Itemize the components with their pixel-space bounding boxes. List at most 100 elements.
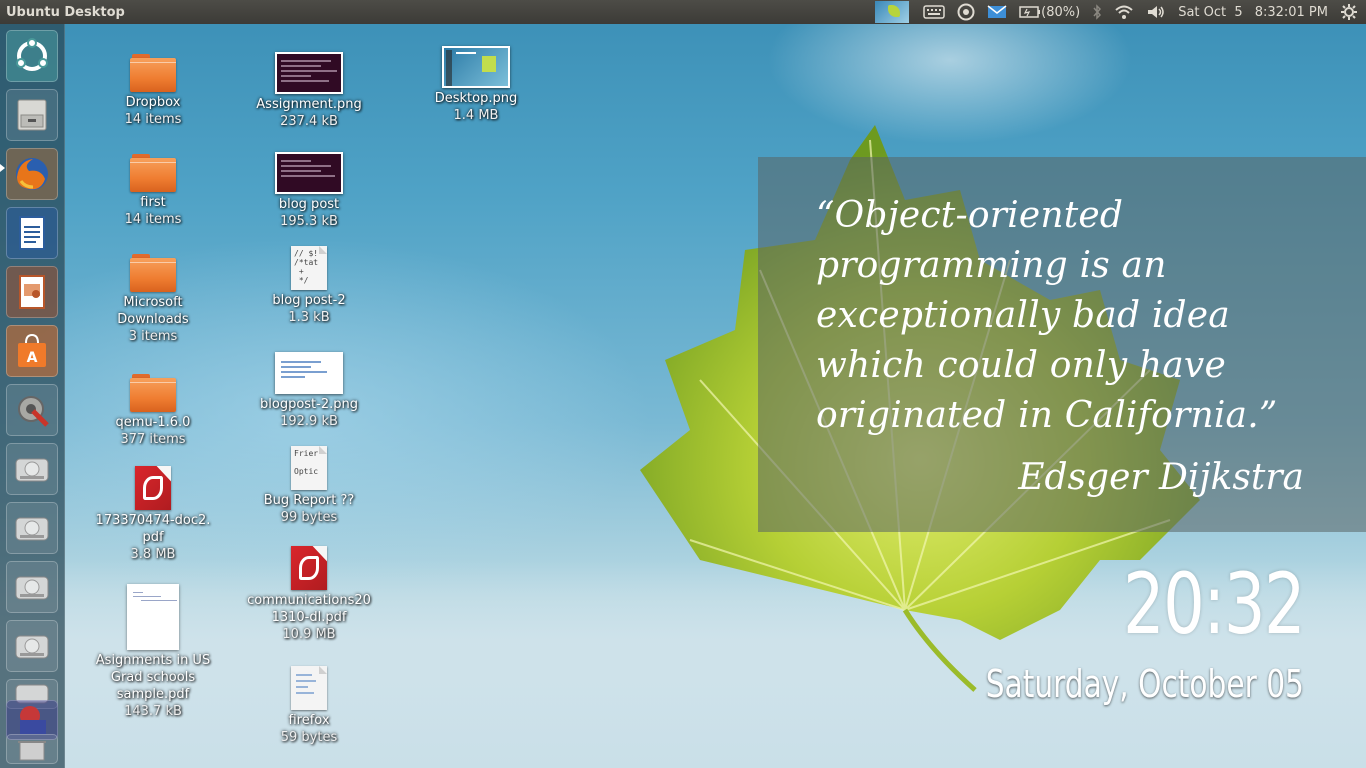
item-meta: 3.8 MB	[130, 547, 176, 562]
writer-document-icon	[19, 216, 45, 250]
item-name: 173370474-doc2.pdf	[95, 513, 211, 545]
item-meta: 1.3 kB	[288, 310, 330, 325]
wifi-icon[interactable]	[1114, 0, 1134, 24]
folder-icon	[130, 252, 176, 292]
dash-home-button[interactable]	[6, 30, 58, 82]
gear-icon[interactable]	[1340, 0, 1358, 24]
shopping-bag-icon: A	[18, 333, 46, 367]
drive-icon	[15, 517, 49, 541]
desktop-item-blog-post[interactable]: blog post 195.3 kB	[244, 152, 374, 230]
file-cabinet-icon	[17, 99, 47, 131]
item-name: Asignments in US Grad schools sample.pdf	[95, 653, 211, 702]
settings-wrench-icon	[18, 396, 49, 427]
folder-icon	[130, 52, 176, 92]
unity-launcher: A	[0, 24, 65, 768]
indicator-tray: (80%) Sat Oct 5 8:32:01 PM	[869, 0, 1366, 24]
launcher-libreoffice-impress[interactable]	[6, 266, 58, 318]
desktop-item-assignments-pdf[interactable]: Asignments in US Grad schools sample.pdf…	[88, 584, 218, 720]
panel-time: 8:32:01 PM	[1254, 4, 1328, 20]
impress-presentation-icon	[19, 275, 45, 309]
item-name: Microsoft Downloads	[117, 295, 189, 327]
drive-icon	[15, 576, 49, 600]
desktop-item-assignment-png[interactable]: Assignment.png 237.4 kB	[244, 52, 374, 130]
clock-date: Saturday, October 05	[985, 662, 1304, 706]
image-thumbnail-icon	[442, 46, 510, 88]
item-name: Bug Report ??	[263, 493, 355, 508]
volume-icon[interactable]	[1146, 0, 1166, 24]
item-name: qemu-1.6.0	[115, 415, 191, 430]
item-name: Desktop.png	[434, 91, 518, 106]
top-panel: Ubuntu Desktop (80%) Sat Oct 5 8:32:01 P…	[0, 0, 1366, 24]
desktop-item-doc2-pdf[interactable]: 173370474-doc2.pdf 3.8 MB	[88, 466, 218, 563]
datetime-indicator[interactable]: Sat Oct 5 8:32:01 PM	[1178, 0, 1328, 24]
item-meta: 99 bytes	[280, 510, 338, 525]
item-name: first	[140, 195, 166, 210]
desktop-item-communications-pdf[interactable]: communications201310-dl.pdf 10.9 MB	[244, 546, 374, 643]
item-name: blog post	[278, 197, 340, 212]
quote-widget: “Object-oriented programming is an excep…	[758, 157, 1366, 532]
launcher-system-settings[interactable]	[6, 384, 58, 436]
folder-icon	[130, 152, 176, 192]
desktop-item-blog-post-2[interactable]: // $! /*tat + */ blog post-2 1.3 kB	[244, 246, 374, 326]
item-meta: 237.4 kB	[280, 114, 338, 129]
launcher-firefox[interactable]	[6, 148, 58, 200]
mail-icon[interactable]	[987, 0, 1007, 24]
keyboard-icon[interactable]	[923, 0, 945, 24]
launcher-drive-2[interactable]	[6, 502, 58, 554]
item-name: blogpost-2.png	[260, 397, 358, 412]
item-name: communications201310-dl.pdf	[247, 593, 371, 625]
image-thumbnail-icon	[275, 52, 343, 94]
launcher-trash[interactable]	[6, 734, 58, 764]
drive-icon	[15, 458, 49, 482]
text-file-icon: Frier Optic	[291, 446, 327, 490]
battery-percent: (80%)	[1041, 4, 1081, 20]
launcher-files[interactable]	[6, 89, 58, 141]
drive-icon	[15, 635, 49, 659]
desktop-item-desktop-png[interactable]: Desktop.png 1.4 MB	[411, 46, 541, 124]
item-meta: 14 items	[124, 112, 182, 127]
item-meta: 59 bytes	[280, 730, 338, 745]
launcher-drive-4[interactable]	[6, 620, 58, 672]
desktop-item-qemu[interactable]: qemu-1.6.0 377 items	[88, 372, 218, 448]
launcher-libreoffice-writer[interactable]	[6, 207, 58, 259]
quote-text: “Object-oriented programming is an excep…	[816, 195, 1278, 436]
clock-time: 20:32	[1122, 555, 1306, 653]
svg-text:A: A	[27, 350, 38, 366]
desktop-item-bug-report[interactable]: Frier Optic Bug Report ?? 99 bytes	[244, 446, 374, 526]
launcher-ubuntu-software-center[interactable]: A	[6, 325, 58, 377]
item-name: Assignment.png	[256, 97, 362, 112]
item-meta: 195.3 kB	[280, 214, 338, 229]
launcher-drive-3[interactable]	[6, 561, 58, 613]
window-title: Ubuntu Desktop	[6, 4, 125, 20]
desktop-item-dropbox[interactable]: Dropbox 14 items	[88, 52, 218, 128]
launcher-drive-1[interactable]	[6, 443, 58, 495]
item-meta: 10.9 MB	[282, 627, 336, 642]
desktop-item-first[interactable]: first 14 items	[88, 152, 218, 228]
desktop-item-microsoft-downloads[interactable]: Microsoft Downloads 3 items	[88, 252, 218, 345]
workspace-thumbnail[interactable]	[875, 1, 910, 23]
item-meta: 3 items	[128, 329, 178, 344]
desktop-item-blogpost-2-png[interactable]: blogpost-2.png 192.9 kB	[244, 352, 374, 430]
running-indicator	[0, 164, 5, 172]
item-name: blog post-2	[272, 293, 346, 308]
firefox-icon	[16, 158, 48, 190]
battery-indicator[interactable]: (80%)	[1019, 0, 1080, 24]
item-meta: 14 items	[124, 212, 182, 227]
folder-icon	[130, 372, 176, 412]
workspace-switcher-icon	[20, 706, 46, 734]
item-meta: 143.7 kB	[124, 704, 182, 719]
item-meta: 377 items	[120, 432, 186, 447]
text-file-icon	[291, 666, 327, 710]
image-thumbnail-icon	[275, 352, 343, 394]
text-file-icon: // $! /*tat + */	[291, 246, 327, 290]
chat-status-icon[interactable]	[957, 0, 975, 24]
desktop-item-firefox[interactable]: firefox 59 bytes	[244, 666, 374, 746]
bluetooth-icon[interactable]	[1092, 0, 1102, 24]
trash-icon	[18, 741, 46, 761]
item-meta: 192.9 kB	[280, 414, 338, 429]
item-name: Dropbox	[125, 95, 181, 110]
image-thumbnail-icon	[275, 152, 343, 194]
pdf-icon	[291, 546, 327, 590]
quote-author: Edsger Dijkstra	[1018, 457, 1304, 498]
item-meta: 1.4 MB	[453, 108, 499, 123]
